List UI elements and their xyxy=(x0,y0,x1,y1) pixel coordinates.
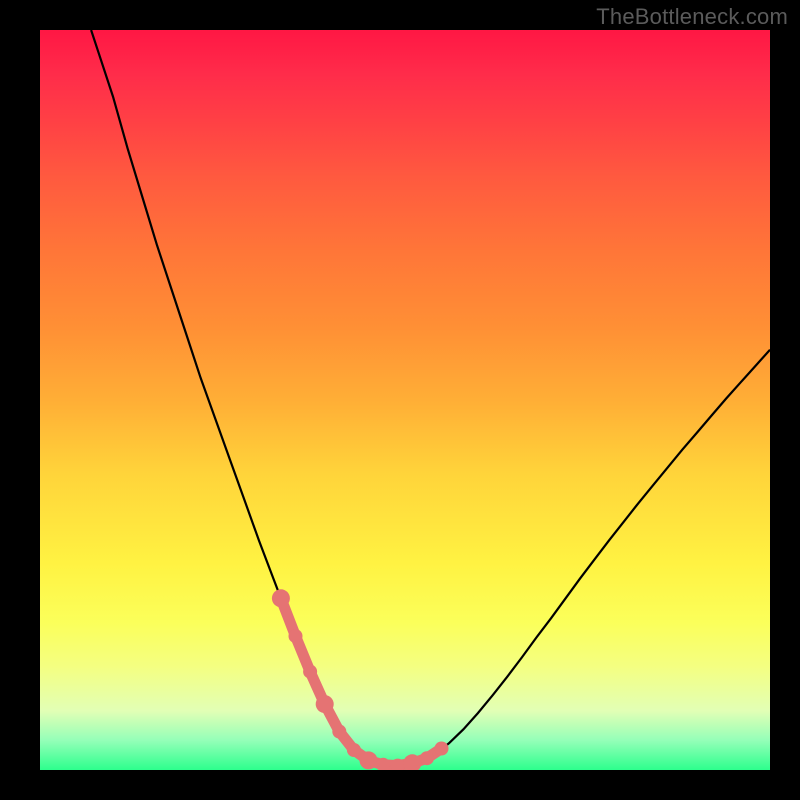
chart-svg xyxy=(40,30,770,770)
highlight-dot xyxy=(360,751,378,769)
highlight-dot xyxy=(272,589,290,607)
highlight-dot xyxy=(332,725,346,739)
highlight-dot xyxy=(347,743,361,757)
highlight-dot xyxy=(303,665,317,679)
highlight-dot xyxy=(420,751,434,765)
highlight-dot xyxy=(289,629,303,643)
bottom-highlight-dots xyxy=(272,589,449,770)
bottom-highlight-curve xyxy=(281,598,442,765)
plot-area xyxy=(40,30,770,770)
bottleneck-curve xyxy=(91,30,770,766)
highlight-dot xyxy=(435,742,449,756)
chart-frame: TheBottleneck.com xyxy=(0,0,800,800)
highlight-dot xyxy=(316,695,334,713)
watermark-text: TheBottleneck.com xyxy=(596,4,788,30)
